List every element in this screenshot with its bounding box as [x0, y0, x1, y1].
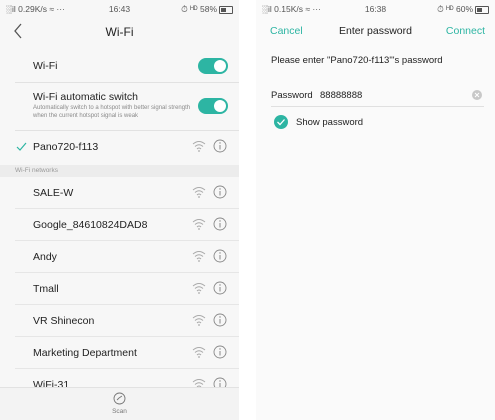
wifi-settings-screen: ░il 0.29K/s ≈ ··· 16:43 ⏱ ᴴᴰ 58% Wi-Fi W… — [0, 0, 239, 420]
wifi-signal-icon — [192, 347, 206, 358]
info-icon[interactable] — [213, 139, 227, 153]
auto-switch-toggle[interactable] — [198, 98, 228, 114]
section-header: Wi-Fi networks — [0, 165, 239, 177]
info-icon[interactable] — [213, 217, 227, 231]
wifi-toggle-switch[interactable] — [198, 58, 228, 74]
status-right: ⏱ ᴴᴰ 58% — [181, 4, 233, 15]
wifi-signal-icon — [192, 187, 206, 198]
password-row: Password — [256, 84, 495, 106]
wifi-signal-icon — [192, 141, 206, 152]
network-row[interactable]: SALE-W — [0, 177, 239, 209]
connected-network-row[interactable]: Pano720-f113 — [0, 131, 239, 163]
status-indicators: ⏱ ᴴᴰ 60% — [437, 4, 473, 14]
battery-level-fill — [477, 7, 482, 12]
auto-switch-description: Automatically switch to a hotspot with b… — [33, 105, 191, 119]
wifi-signal-icon — [192, 283, 206, 294]
page-header: Wi-Fi — [0, 17, 239, 47]
input-underline — [271, 106, 484, 107]
network-name: Marketing Department — [33, 347, 137, 359]
enter-password-screen: ░il 0.15K/s ≈ ··· 16:38 ⏱ ᴴᴰ 60% Cancel … — [256, 0, 495, 420]
status-right: ⏱ ᴴᴰ 60% — [437, 4, 489, 15]
network-row[interactable]: Andy — [0, 241, 239, 273]
status-bar: ░il 0.29K/s ≈ ··· 16:43 ⏱ ᴴᴰ 58% — [0, 0, 239, 17]
password-label: Password — [271, 90, 313, 101]
scan-icon[interactable] — [113, 392, 126, 405]
clear-icon[interactable] — [472, 90, 482, 100]
scan-label: Scan — [112, 408, 127, 415]
check-icon — [277, 119, 285, 126]
battery-level-fill — [221, 7, 226, 12]
info-icon[interactable] — [213, 185, 227, 199]
network-name: VR Shinecon — [33, 315, 95, 327]
wifi-signal-icon — [192, 219, 206, 230]
auto-switch-label: Wi-Fi automatic switch — [33, 91, 139, 103]
wifi-signal-icon — [192, 315, 206, 326]
network-row[interactable]: Marketing Department — [0, 337, 239, 369]
battery-icon — [475, 5, 489, 14]
show-password-label: Show password — [296, 117, 364, 128]
network-row[interactable]: Tmall — [0, 273, 239, 305]
info-icon[interactable] — [213, 249, 227, 263]
wifi-toggle-row: Wi-Fi — [0, 47, 239, 82]
network-name: SALE-W — [33, 187, 74, 199]
password-input[interactable] — [320, 87, 470, 103]
wifi-signal-icon — [192, 251, 206, 262]
network-name: Andy — [33, 251, 57, 263]
toggle-knob — [214, 60, 226, 72]
network-name: Tmall — [33, 283, 59, 295]
page-title: Wi-Fi — [105, 25, 134, 39]
info-icon[interactable] — [213, 345, 227, 359]
check-icon — [16, 142, 27, 151]
status-indicators: ⏱ ᴴᴰ 58% — [181, 4, 217, 14]
wifi-toggle-label: Wi-Fi — [33, 60, 58, 72]
dialog-header: Cancel Enter password Connect — [256, 17, 495, 45]
connect-button[interactable]: Connect — [446, 25, 485, 37]
battery-icon — [219, 5, 233, 14]
network-row[interactable]: VR Shinecon — [0, 305, 239, 337]
section-title: Wi-Fi networks — [15, 167, 58, 174]
info-icon[interactable] — [213, 281, 227, 295]
show-password-checkbox[interactable] — [274, 115, 288, 129]
auto-switch-row: Wi-Fi automatic switch Automatically swi… — [0, 83, 239, 130]
toggle-knob — [214, 100, 226, 112]
connected-network-name: Pano720-f113 — [33, 141, 99, 153]
network-name: Google_84610824DAD8 — [33, 219, 148, 231]
bottom-bar: Scan — [0, 387, 239, 420]
status-bar: ░il 0.15K/s ≈ ··· 16:38 ⏱ ᴴᴰ 60% — [256, 0, 495, 17]
network-row[interactable]: Google_84610824DAD8 — [0, 209, 239, 241]
info-icon[interactable] — [213, 313, 227, 327]
password-prompt: Please enter "Pano720-f113"'s password — [271, 55, 443, 66]
